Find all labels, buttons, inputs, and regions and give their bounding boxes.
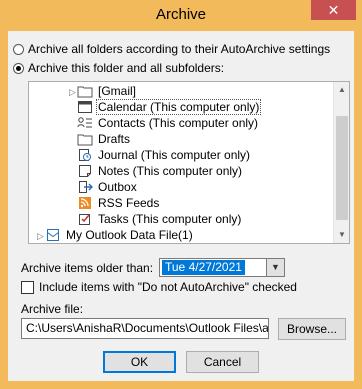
tree-item-label: Contacts (This computer only) [98,116,259,130]
archive-all-label: Archive all folders according to their A… [28,42,331,56]
tree-item-label: Tasks (This computer only) [98,212,242,226]
tree-item-tasks[interactable]: Tasks (This computer only) [77,211,243,227]
expand-data-file-icon[interactable]: ▷ [37,231,44,242]
tree-item-label: Outbox [98,180,137,194]
archive-folder-option[interactable]: Archive this folder and all subfolders: [13,60,224,76]
close-icon: ✕ [327,2,340,18]
scroll-thumb[interactable] [336,116,348,220]
calendar-icon [78,101,92,113]
tree-item-label: Notes (This computer only) [98,164,243,178]
data-file-icon [47,229,59,241]
tree-item-data-file[interactable]: My Outlook Data File(1) [45,227,195,243]
archive-folder-radio[interactable] [13,62,24,74]
archive-folder-label: Archive this folder and all subfolders: [28,61,225,75]
outbox-icon [79,181,93,193]
tree-item-rss-feeds[interactable]: RSS Feeds [77,195,161,211]
notes-icon [79,165,91,177]
archive-file-label: Archive file: [21,302,84,316]
close-button[interactable]: ✕ [311,0,356,20]
tree-item-notes[interactable]: Notes (This computer only) [77,163,244,179]
journal-icon [79,149,91,161]
ok-button[interactable]: OK [103,351,176,373]
archive-date-combo[interactable]: Tue 4/27/2021 ▼ [159,258,285,277]
archive-date-value[interactable]: Tue 4/27/2021 [162,260,245,275]
tree-scrollbar[interactable]: ▲ ▼ [333,82,349,243]
dialog-client-area: Archive all folders according to their A… [8,31,354,381]
tree-item-label: [Gmail] [98,84,137,98]
tree-item-label: My Outlook Data File(1) [66,228,193,242]
scroll-down-icon[interactable]: ▼ [334,227,349,243]
expand-gmail-icon[interactable]: ▷ [69,87,76,98]
archive-all-option[interactable]: Archive all folders according to their A… [13,41,330,57]
tree-item-journal[interactable]: Journal (This computer only) [77,147,252,163]
folder-icon [77,134,93,146]
contacts-icon [77,117,92,128]
tree-item-contacts[interactable]: Contacts (This computer only) [77,115,260,131]
include-no-autoarchive-checkbox[interactable] [21,280,34,294]
window-title: Archive [155,6,207,23]
include-no-autoarchive-option[interactable]: Include items with "Do not AutoArchive" … [21,279,297,295]
tree-item-outbox[interactable]: Outbox [77,179,139,195]
archive-older-label: Archive items older than: [21,261,154,275]
cancel-button[interactable]: Cancel [186,351,259,373]
archive-file-input[interactable]: C:\Users\AnishaR\Documents\Outlook Files… [21,318,269,339]
tasks-icon [79,214,90,225]
scroll-up-icon[interactable]: ▲ [334,82,349,98]
tree-item-label: Drafts [98,132,131,146]
tree-item-gmail[interactable]: [Gmail] [77,83,138,99]
folder-tree[interactable]: ▷ [Gmail] Calendar (This computer only) … [28,81,350,244]
tree-item-label: Calendar (This computer only) [96,99,262,115]
rss-icon [79,197,91,209]
folder-icon [77,86,93,98]
tree-item-label: RSS Feeds [98,196,160,210]
browse-button[interactable]: Browse... [278,318,346,340]
tree-item-calendar[interactable]: Calendar (This computer only) [77,99,262,115]
title-bar: Archive ✕ [0,0,362,31]
tree-item-drafts[interactable]: Drafts [77,131,132,147]
chevron-down-icon[interactable]: ▼ [266,259,284,276]
include-no-autoarchive-label: Include items with "Do not AutoArchive" … [39,280,297,294]
archive-all-radio[interactable] [13,43,24,55]
tree-item-label: Journal (This computer only) [98,148,251,162]
